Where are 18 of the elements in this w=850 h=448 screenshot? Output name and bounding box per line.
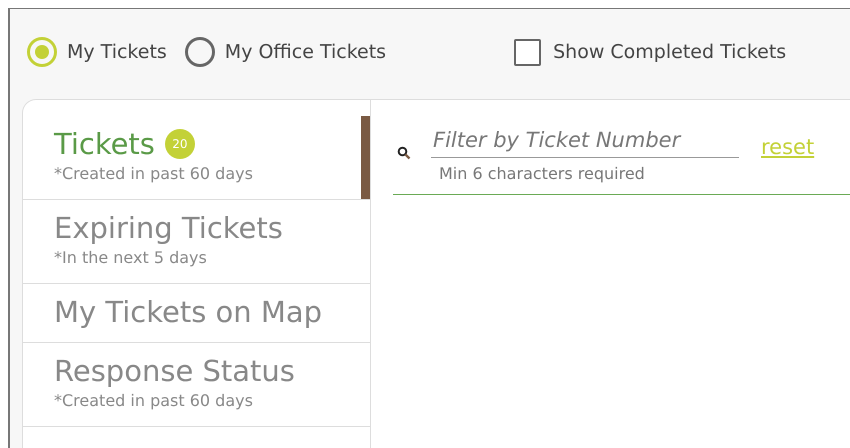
sidebar-item[interactable]: My Tickets on Map xyxy=(23,284,370,343)
show-completed-checkbox[interactable]: Show Completed Tickets xyxy=(514,38,786,66)
ticket-filter-field[interactable]: Filter by Ticket Number xyxy=(431,116,739,158)
sidebar-item-note: *Created in past 60 days xyxy=(54,390,254,412)
sidebar-item-note: *Created in past 60 days xyxy=(54,163,254,185)
filter-hint: Min 6 characters required xyxy=(438,163,646,185)
sidebar-item-title: Response Status xyxy=(54,353,295,389)
scope-radio[interactable]: My Office Tickets xyxy=(184,37,386,67)
sidebar-item[interactable]: Tickets 20 *Created in past 60 days xyxy=(23,116,370,200)
search-icon xyxy=(397,146,411,160)
sidebar-item-title: Expiring Tickets xyxy=(54,210,283,246)
sidebar-item-title: Tickets xyxy=(54,126,155,162)
sidebar-item-title: My Tickets on Map xyxy=(54,294,322,330)
sidebar-item[interactable]: Expiring Tickets *In the next 5 days xyxy=(23,200,370,284)
sidebar-item-note: *In the next 5 days xyxy=(54,247,208,269)
count-badge: 20 xyxy=(164,129,195,159)
sidebar-item[interactable]: Response Status *Created in past 60 days xyxy=(23,343,370,427)
scope-radio[interactable]: My Tickets xyxy=(27,37,167,67)
